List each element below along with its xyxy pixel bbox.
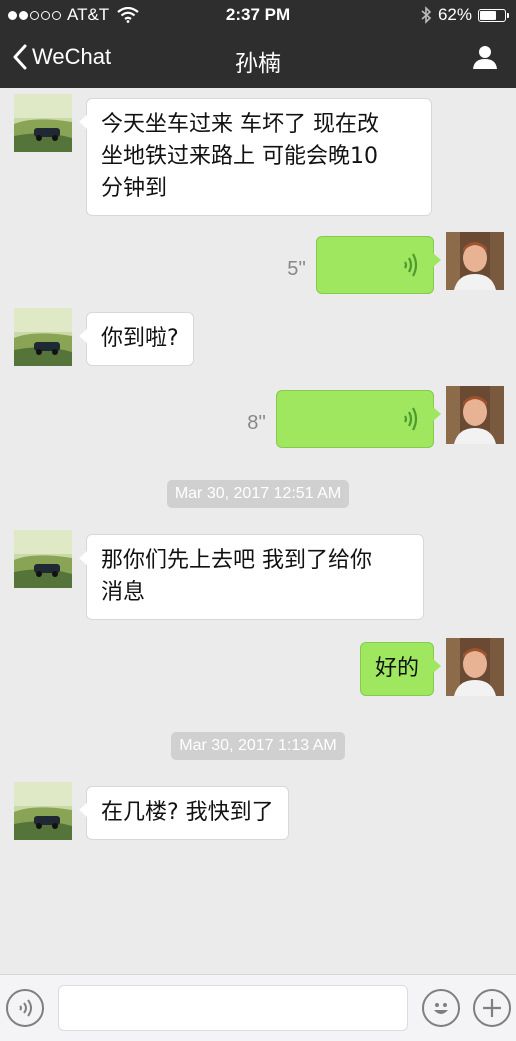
- voice-duration: 5'': [287, 258, 306, 280]
- nav-bar: WeChat 孙楠: [0, 30, 516, 88]
- voice-mode-button[interactable]: [6, 989, 44, 1027]
- message-row: 你到啦?: [0, 308, 516, 368]
- emoji-button[interactable]: [422, 989, 460, 1027]
- contact-avatar[interactable]: [14, 530, 72, 588]
- timestamp-label: Mar 30, 2017 12:51 AM: [166, 480, 350, 508]
- message-row: 好的: [0, 638, 516, 698]
- message-line: 坐地铁过来路上 可能会晚10: [101, 144, 378, 169]
- message-line: 今天坐车过来 车坏了 现在改: [101, 112, 379, 137]
- voice-duration: 8'': [247, 412, 266, 434]
- voice-icon: [19, 999, 32, 1017]
- chevron-left-icon: [13, 44, 27, 70]
- message-row: 在几楼? 我快到了: [0, 782, 516, 842]
- bluetooth-icon: [421, 6, 432, 24]
- message-line: 分钟到: [101, 176, 168, 201]
- incoming-message[interactable]: 你到啦?: [79, 312, 194, 366]
- battery-percent: 62%: [437, 5, 472, 24]
- back-button[interactable]: WeChat: [12, 44, 111, 70]
- contact-avatar[interactable]: [14, 308, 72, 366]
- message-row: 8'': [0, 386, 516, 448]
- incoming-message[interactable]: 今天坐车过来 车坏了 现在改 坐地铁过来路上 可能会晚10 分钟到: [79, 98, 432, 216]
- smiley-icon: [434, 1003, 448, 1014]
- contact-avatar[interactable]: [14, 782, 72, 840]
- status-right: 62%: [420, 5, 509, 25]
- outgoing-voice-message[interactable]: [316, 236, 441, 294]
- message-list[interactable]: 今天坐车过来 车坏了 现在改 坐地铁过来路上 可能会晚10 分钟到 5'' 你到…: [0, 88, 516, 974]
- sound-wave-icon: [404, 407, 418, 431]
- message-line: 在几楼? 我快到了: [101, 800, 274, 825]
- person-icon: [473, 46, 497, 69]
- sound-wave-icon: [404, 253, 418, 277]
- message-input[interactable]: [58, 985, 408, 1031]
- my-avatar[interactable]: [446, 638, 504, 696]
- message-line: 你到啦?: [101, 326, 179, 351]
- timestamp-label: Mar 30, 2017 1:13 AM: [171, 732, 345, 760]
- input-bar: [0, 974, 516, 1041]
- message-row: 5'': [0, 232, 516, 294]
- more-button[interactable]: [473, 989, 511, 1027]
- message-row: 今天坐车过来 车坏了 现在改 坐地铁过来路上 可能会晚10 分钟到: [0, 94, 516, 216]
- timestamp-divider: Mar 30, 2017 1:13 AM: [0, 732, 516, 760]
- outgoing-voice-message[interactable]: [276, 390, 441, 448]
- plus-icon: [483, 999, 501, 1017]
- message-line: 消息: [101, 580, 146, 605]
- back-label: WeChat: [32, 44, 112, 69]
- my-avatar[interactable]: [446, 232, 504, 290]
- chat-info-button[interactable]: [472, 44, 498, 74]
- timestamp-divider: Mar 30, 2017 12:51 AM: [0, 480, 516, 508]
- message-row: 那你们先上去吧 我到了给你 消息: [0, 530, 516, 620]
- incoming-message[interactable]: 那你们先上去吧 我到了给你 消息: [79, 534, 424, 620]
- message-line: 好的: [374, 656, 419, 681]
- message-line: 那你们先上去吧 我到了给你: [101, 548, 372, 573]
- my-avatar[interactable]: [446, 386, 504, 444]
- status-bar: AT&T 2:37 PM 62%: [0, 0, 516, 30]
- incoming-message[interactable]: 在几楼? 我快到了: [79, 786, 289, 840]
- outgoing-message[interactable]: 好的: [359, 642, 442, 696]
- battery-icon: [478, 8, 509, 22]
- contact-avatar[interactable]: [14, 94, 72, 152]
